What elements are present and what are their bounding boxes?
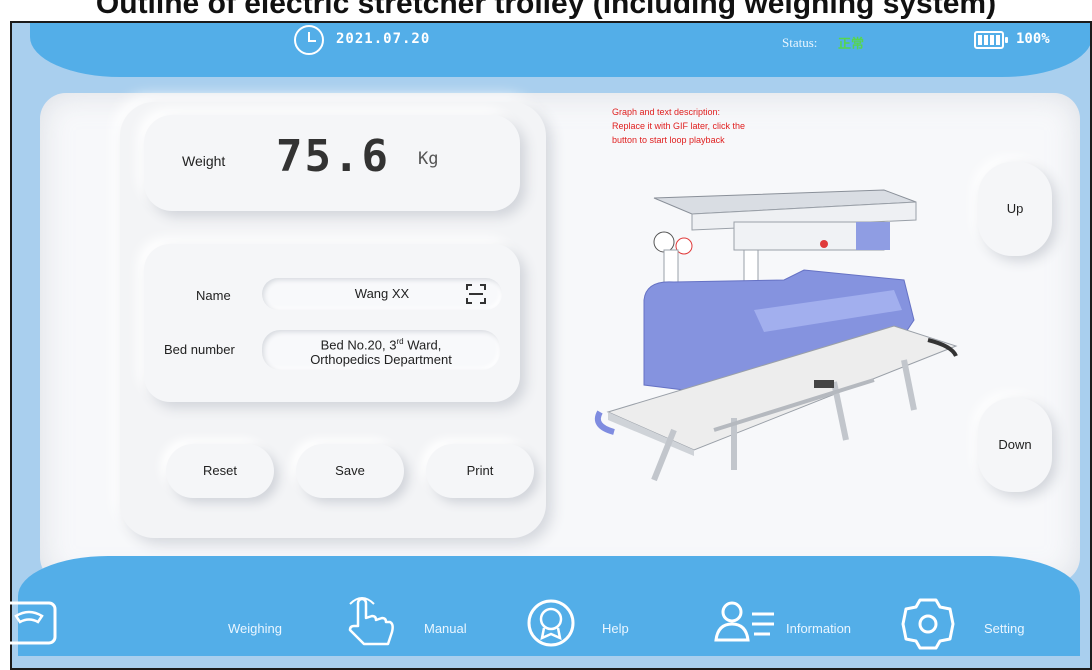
weight-label: Weight [182, 153, 226, 169]
down-button[interactable]: Down [978, 398, 1052, 492]
nav-help-label: Help [602, 621, 629, 636]
hand-pointer-icon [348, 597, 394, 646]
battery-level: 100% [1016, 31, 1050, 47]
clock-icon [294, 25, 324, 55]
name-label: Name [196, 288, 231, 303]
name-value: Wang XX [354, 286, 410, 301]
weight-display: Weight 75.6 Kg [144, 115, 520, 211]
up-button[interactable]: Up [978, 162, 1052, 256]
illustration-note: Graph and text description: Replace it w… [612, 107, 746, 145]
print-button[interactable]: Print [426, 444, 534, 498]
bed-number-line1: Bed No.20, 3rd Ward, [320, 337, 442, 353]
status-value: 正常 [838, 36, 865, 51]
help-badge-icon [527, 599, 575, 647]
nav-manual-label: Manual [424, 621, 467, 636]
weight-value: 75.6 [276, 131, 390, 182]
bed-number-field[interactable]: Bed No.20, 3rd Ward, Orthopedics Departm… [262, 330, 500, 370]
gear-icon [901, 598, 955, 650]
bed-number-label: Bed number [164, 342, 235, 357]
top-status-bar: 2021.07.20 Status: 正常 100% [30, 23, 1090, 77]
weight-unit: Kg [418, 149, 439, 169]
battery-icon [974, 31, 1008, 49]
scale-icon [1, 601, 57, 645]
user-list-icon [714, 601, 774, 642]
save-button[interactable]: Save [296, 444, 404, 498]
page-caption: Outline of electric stretcher trolley (i… [95, 0, 997, 20]
reset-button[interactable]: Reset [166, 444, 274, 498]
status-label: Status: [782, 35, 818, 50]
stretcher-trolley-illustration[interactable] [584, 150, 984, 490]
nav-weighing-label: Weighing [228, 621, 282, 636]
nav-information-label: Information [786, 621, 852, 636]
scan-icon[interactable] [466, 284, 486, 304]
name-field[interactable]: Wang XX [262, 278, 502, 310]
bed-number-line2: Orthopedics Department [310, 352, 452, 368]
date-display: 2021.07.20 [336, 31, 431, 47]
patient-info-card: Name Wang XX Bed number Bed No.20, 3rd W… [144, 244, 520, 402]
nav-setting-label: Setting [984, 621, 1025, 636]
